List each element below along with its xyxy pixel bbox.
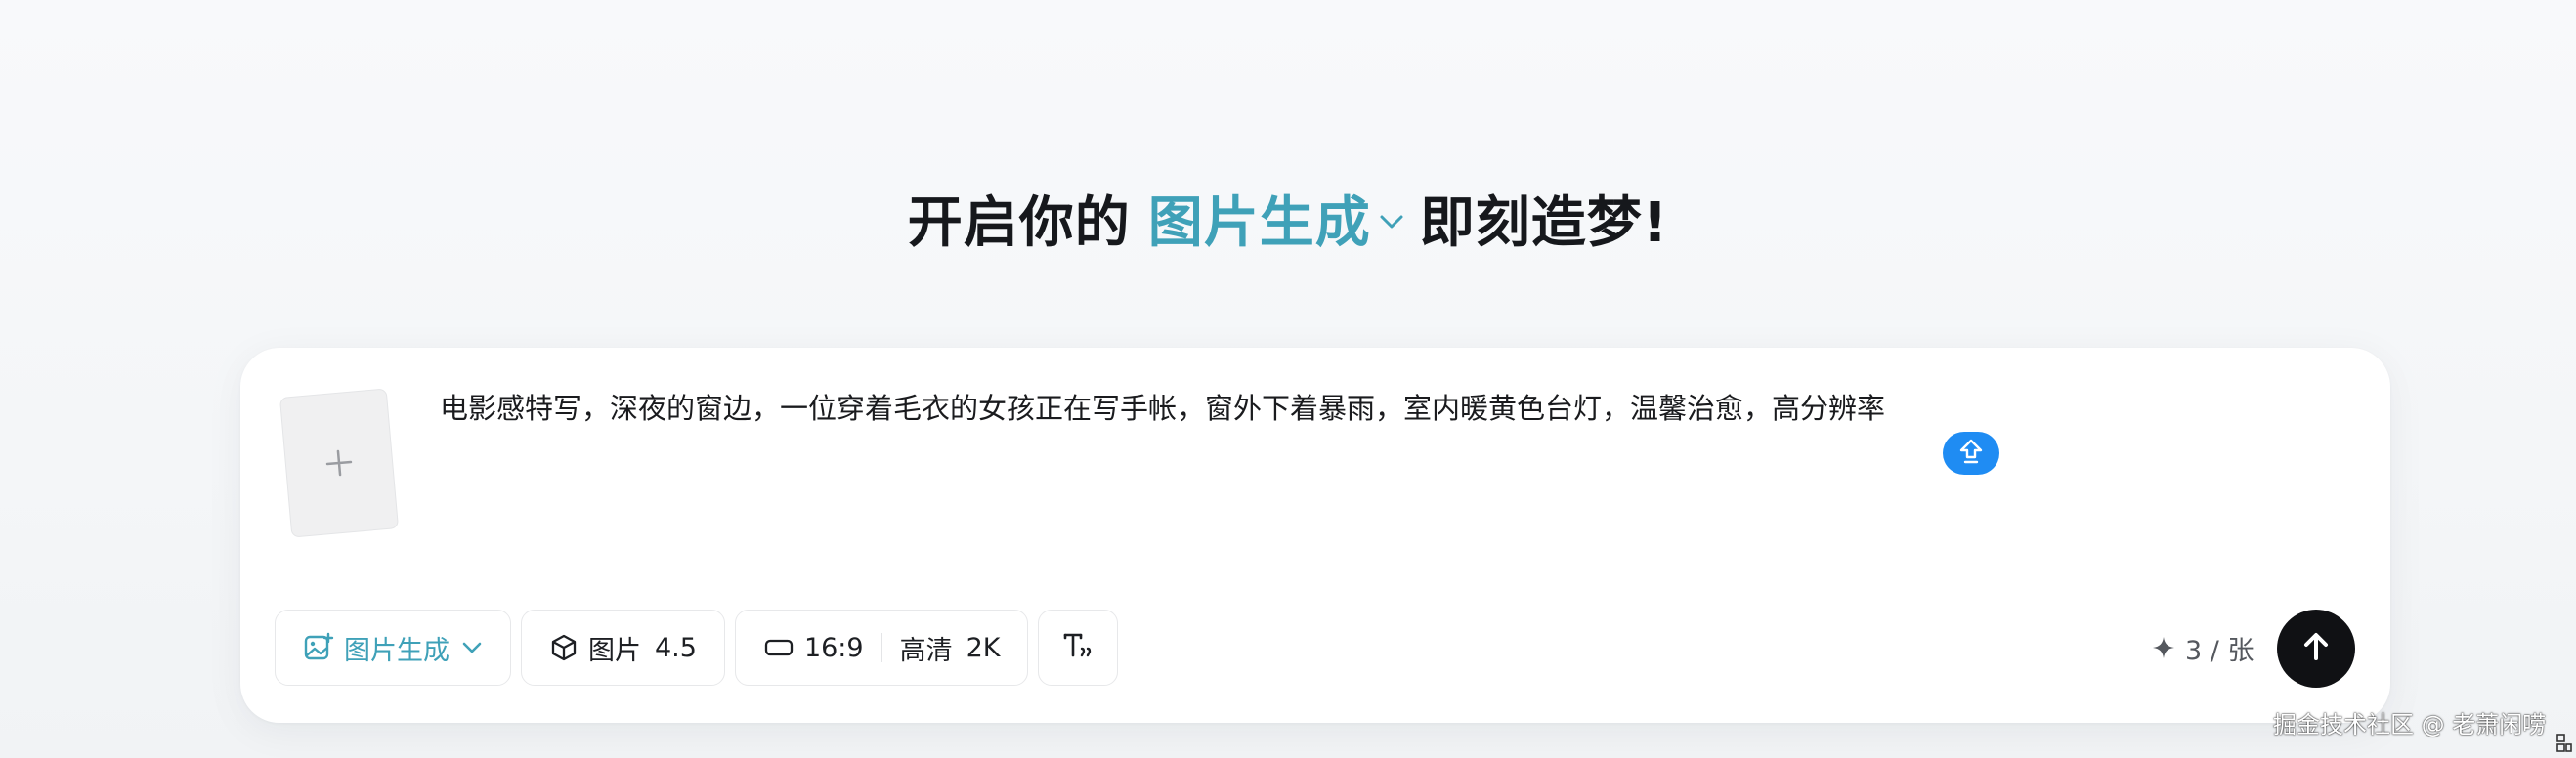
model-version: 4.5 xyxy=(655,632,697,663)
heading-prefix: 开启你的 xyxy=(907,190,1131,255)
cube-icon xyxy=(549,633,579,662)
model-select-chip[interactable]: 图片 4.5 xyxy=(521,610,725,686)
chevron-down-icon xyxy=(1379,213,1404,231)
text-style-icon xyxy=(1062,629,1094,667)
prompt-input[interactable]: 电影感特写，深夜的窗边，一位穿着毛衣的女孩正在写手帐，窗外下着暴雨，室内暖黄色台… xyxy=(440,383,2297,434)
arrow-up-icon xyxy=(2298,629,2334,668)
prompt-card: 电影感特写，深夜的窗边，一位穿着毛衣的女孩正在写手帐，窗外下着暴雨，室内暖黄色台… xyxy=(240,348,2390,723)
quota-text: 3 / 张 xyxy=(2185,635,2254,666)
prompt-enhance-button[interactable] xyxy=(1943,432,1999,475)
send-button[interactable] xyxy=(2277,610,2355,688)
prompt-toolbar: 图片生成 图片 4.5 16:9 高清 2K xyxy=(275,610,1119,688)
resolution-value: 2K xyxy=(966,632,1001,663)
chip-divider xyxy=(880,633,882,662)
rectangle-icon xyxy=(763,636,794,659)
page-heading: 开启你的 图片生成 即刻造梦! xyxy=(0,174,2576,262)
quota-indicator: 3 / 张 xyxy=(2152,626,2254,669)
sparkle-icon xyxy=(2152,636,2175,659)
corner-grid-icon xyxy=(2556,731,2572,754)
mode-select-chip[interactable]: 图片生成 xyxy=(275,610,511,686)
heading-suffix: 即刻造梦! xyxy=(1419,190,1669,255)
watermark-text: 掘金技术社区 @ 老萧闲唠 xyxy=(2273,711,2547,738)
model-label: 图片 xyxy=(588,635,641,666)
output-settings-chip[interactable]: 16:9 高清 2K xyxy=(734,610,1029,686)
plus-icon xyxy=(322,437,356,488)
upload-arrow-icon xyxy=(1957,438,1985,469)
generation-mode-label: 图片生成 xyxy=(1147,190,1371,255)
chevron-down-icon xyxy=(461,640,483,655)
generation-mode-dropdown[interactable]: 图片生成 xyxy=(1148,179,1404,258)
image-plus-icon xyxy=(303,632,334,663)
mode-select-label: 图片生成 xyxy=(344,635,450,666)
quality-label: 高清 xyxy=(899,635,953,666)
reference-image-upload[interactable] xyxy=(279,388,400,538)
text-style-chip[interactable] xyxy=(1038,610,1119,686)
aspect-ratio-value: 16:9 xyxy=(803,632,864,663)
